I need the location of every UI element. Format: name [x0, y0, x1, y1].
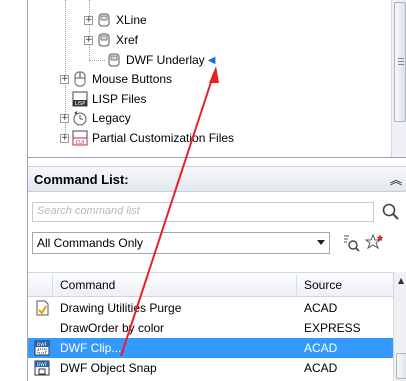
- command-table-scrollbar[interactable]: ▲: [393, 272, 406, 381]
- expand-icon[interactable]: +: [84, 35, 93, 45]
- row-source: ACAD: [304, 301, 338, 315]
- table-row[interactable]: DrawOrder by color EXPRESS: [28, 318, 393, 338]
- lisp-file-icon: LISP: [72, 91, 88, 107]
- tree-item-label: LISP Files: [92, 92, 147, 106]
- tree-item-partial-customization-files[interactable]: + CUI Partial Customization Files: [60, 128, 234, 148]
- selection-marker-icon: ◀: [207, 54, 216, 66]
- command-list-panel: Command List: ︽ Search command list All …: [27, 158, 406, 381]
- row-source: ACAD: [304, 361, 338, 375]
- search-command-input[interactable]: Search command list: [32, 202, 374, 222]
- row-command: Drawing Utilities Purge: [60, 301, 182, 315]
- scroll-up-arrow-icon[interactable]: ▲: [398, 276, 404, 285]
- chevron-down-icon: [317, 240, 325, 245]
- row-command: DrawOrder by color: [60, 321, 165, 335]
- tree-scroll-thumb[interactable]: [394, 2, 406, 122]
- command-list-title: Command List:: [34, 172, 129, 187]
- command-filter-dropdown[interactable]: All Commands Only: [32, 232, 330, 254]
- toolbar-icon: [108, 53, 120, 67]
- command-table-scroll-thumb[interactable]: [396, 353, 406, 379]
- command-list-header[interactable]: Command List: ︽: [28, 166, 406, 192]
- legacy-icon: [73, 111, 87, 126]
- dwf-icon-text: DWF: [37, 362, 48, 368]
- tree-item-label: Partial Customization Files: [92, 131, 235, 145]
- tree-item-lisp-files[interactable]: LISP LISP Files: [72, 89, 146, 109]
- dwf-snap-icon: DWF: [34, 360, 50, 376]
- expand-icon[interactable]: +: [84, 15, 93, 25]
- expand-icon[interactable]: +: [60, 113, 69, 123]
- search-icon[interactable]: [381, 202, 401, 222]
- dwf-clip-icon: DWF: [34, 340, 50, 356]
- row-command: DWF Object Snap: [60, 361, 157, 375]
- table-row[interactable]: Drawing Utilities Purge ACAD: [28, 298, 393, 318]
- column-separator: [52, 275, 53, 295]
- tree-item-dwf-underlay[interactable]: DWF Underlay ◀: [106, 50, 215, 70]
- column-header-command[interactable]: Command: [60, 278, 115, 292]
- toolbar-icon: [98, 13, 110, 27]
- row-source: EXPRESS: [304, 321, 361, 335]
- expand-icon[interactable]: +: [60, 133, 69, 143]
- table-row[interactable]: DWF DWF Object Snap ACAD: [28, 358, 393, 378]
- tree-item-label: XLine: [116, 13, 147, 27]
- column-separator: [296, 275, 297, 295]
- grip-line: [398, 61, 404, 62]
- tree-item-label: Mouse Buttons: [92, 72, 173, 86]
- command-table-header: Command Source: [28, 273, 393, 297]
- grip-line: [398, 58, 404, 59]
- row-source: ACAD: [304, 341, 338, 355]
- tree-item-label: Legacy: [92, 111, 131, 125]
- tree-connector: [89, 60, 105, 61]
- expand-icon[interactable]: +: [60, 74, 69, 84]
- purge-icon: [36, 300, 49, 316]
- customization-tree: + XLine + Xref DWF Underlay ◀ + Mouse Bu…: [27, 0, 406, 158]
- new-command-icon[interactable]: [365, 233, 385, 253]
- row-command: DWF Clip...: [60, 341, 122, 355]
- table-row-selected[interactable]: DWF DWF Clip... ACAD: [28, 338, 393, 358]
- tree-item-label: Xref: [116, 33, 139, 47]
- lisp-icon-text: LISP: [75, 101, 85, 107]
- cui-file-icon: CUI: [72, 130, 88, 146]
- tree-scrollbar[interactable]: [391, 0, 406, 157]
- grip-line: [398, 64, 404, 65]
- column-header-source[interactable]: Source: [304, 278, 342, 292]
- collapse-chevron-icon[interactable]: ︽: [390, 171, 402, 188]
- tree-item-mouse-buttons[interactable]: + Mouse Buttons: [60, 69, 172, 89]
- tree-item-xref[interactable]: + Xref: [84, 30, 138, 50]
- command-table: Command Source Drawing Utilities Purge A…: [28, 272, 393, 381]
- tree-item-xline[interactable]: + XLine: [84, 10, 147, 30]
- mouse-icon: [74, 71, 86, 87]
- find-command-icon[interactable]: [341, 233, 361, 253]
- tree-item-legacy[interactable]: + Legacy: [60, 108, 131, 128]
- dwf-icon-text: DWF: [37, 342, 48, 348]
- toolbar-icon: [98, 33, 110, 47]
- customize-ui-window: + XLine + Xref DWF Underlay ◀ + Mouse Bu…: [0, 0, 406, 381]
- cui-icon-text: CUI: [76, 140, 85, 146]
- command-filter-value: All Commands Only: [37, 236, 144, 250]
- tree-item-label: DWF Underlay: [126, 53, 205, 67]
